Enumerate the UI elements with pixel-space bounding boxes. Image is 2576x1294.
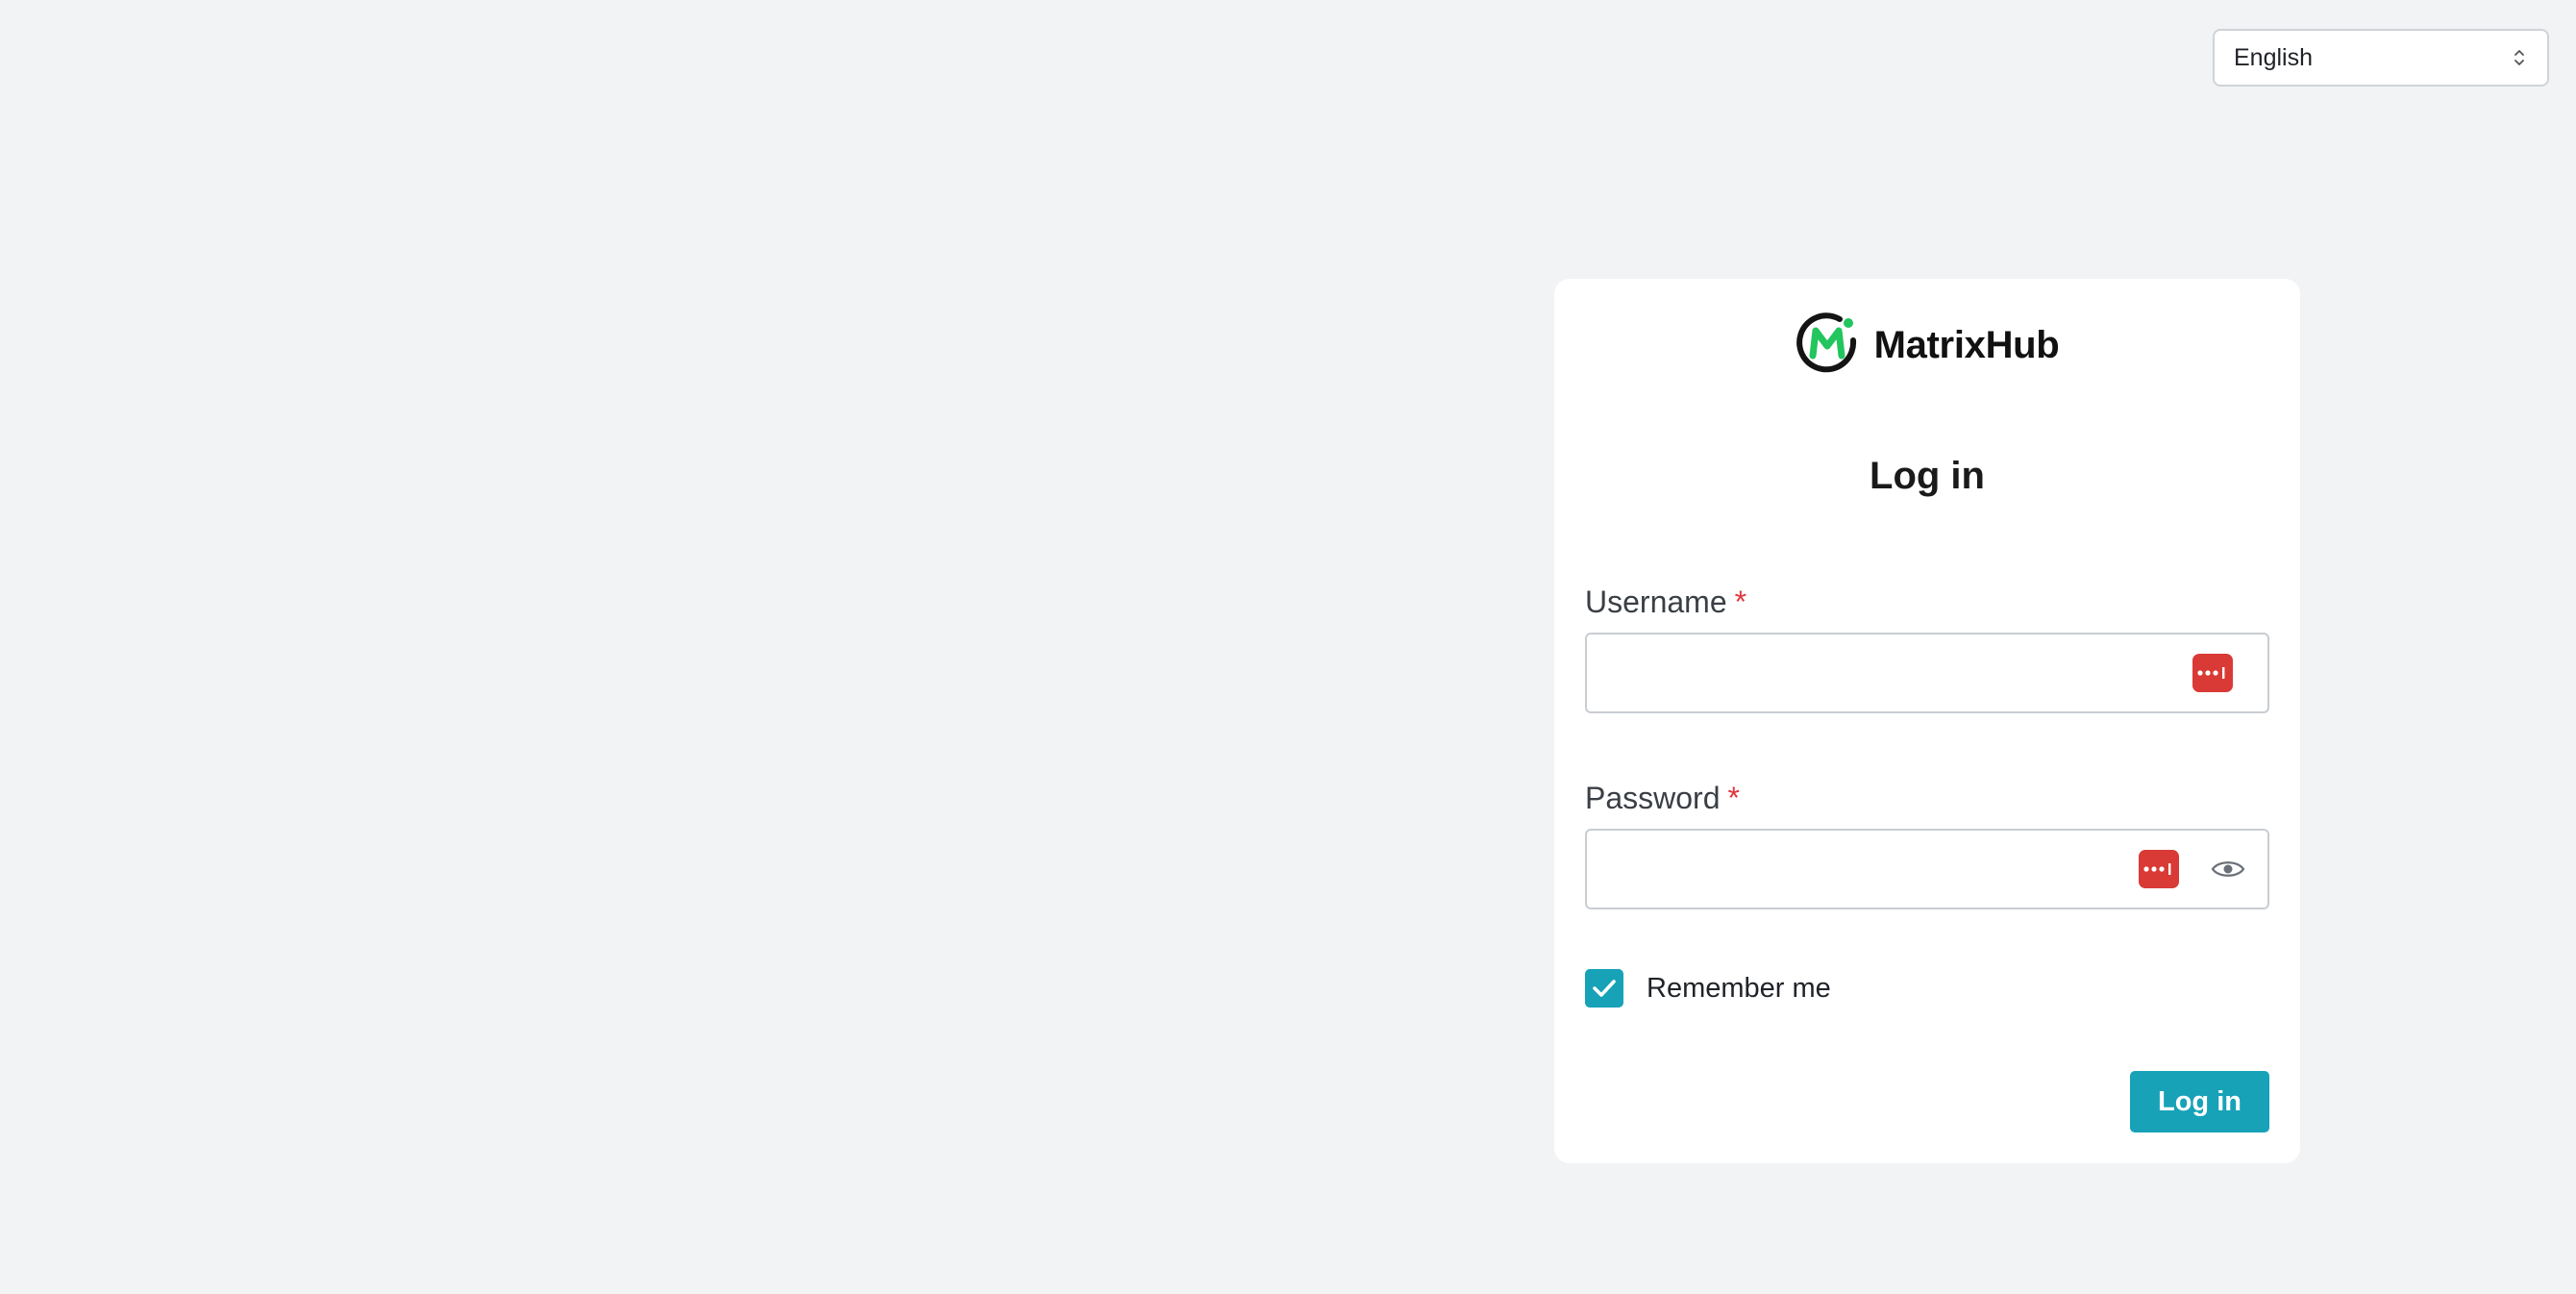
language-select-value: English [2234,43,2313,71]
password-manager-icon[interactable] [2139,850,2179,888]
required-mark: * [1734,585,1747,619]
password-manager-icon[interactable] [2192,654,2233,692]
eye-icon[interactable] [2210,851,2246,887]
remember-me-checkbox[interactable] [1585,969,1623,1008]
username-label: Username * [1585,585,1746,620]
username-label-text: Username [1585,585,1727,619]
remember-me-row: Remember me [1585,969,1831,1008]
username-field-box [1585,633,2269,713]
password-field-box [1585,829,2269,909]
password-label: Password * [1585,781,1740,816]
login-card: MatrixHub Log in Username * Password * R… [1554,279,2300,1163]
required-mark: * [1727,781,1740,815]
password-label-text: Password [1585,781,1721,815]
brand: MatrixHub [1554,311,2300,380]
login-page: English MatrixHub Log in Username * Pass… [0,0,2576,1294]
checkmark-icon [1593,980,1616,997]
username-input[interactable] [1587,635,2267,711]
remember-me-label[interactable]: Remember me [1647,973,1831,1005]
language-select[interactable]: English [2213,29,2549,87]
matrixhub-logo-icon [1796,311,1859,380]
brand-name: MatrixHub [1873,324,2060,366]
page-title: Log in [1870,455,1985,497]
login-button[interactable]: Log in [2130,1071,2269,1132]
chevron-updown-icon [2511,47,2528,68]
